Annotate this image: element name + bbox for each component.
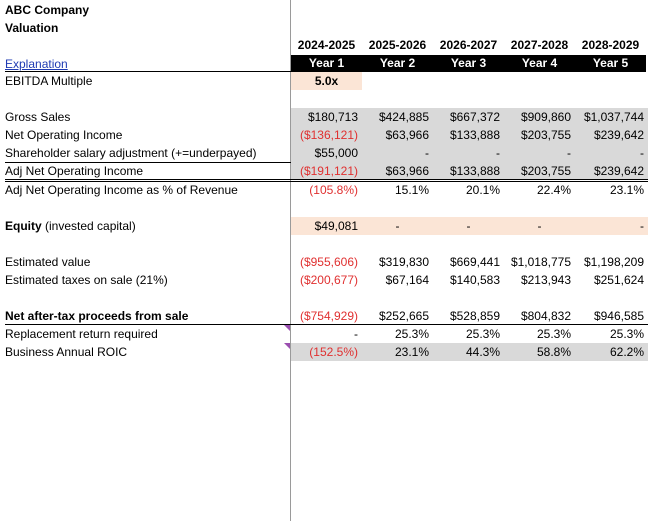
estimated-taxes-label: Estimated taxes on sale (21%) bbox=[5, 273, 168, 287]
equity-label-bold: Equity bbox=[5, 219, 42, 233]
adj-noi-label: Adj Net Operating Income bbox=[5, 164, 144, 178]
ebitda-multiple-value[interactable]: 5.0x bbox=[291, 72, 362, 90]
equity-y1[interactable]: $49,081 bbox=[291, 217, 362, 235]
year-label-1: Year 1 bbox=[291, 55, 362, 72]
noi-y5[interactable]: $239,642 bbox=[575, 126, 648, 144]
roic-label: Business Annual ROIC bbox=[5, 345, 128, 359]
equity-y3[interactable]: - bbox=[433, 217, 504, 235]
year-header-2: 2025-2026 bbox=[368, 38, 427, 52]
year-label-3: Year 3 bbox=[433, 55, 504, 72]
replacement-return-y3[interactable]: 25.3% bbox=[433, 325, 504, 343]
net-proceeds-y3[interactable]: $528,859 bbox=[433, 307, 504, 325]
adj-noi-pct-label: Adj Net Operating Income as % of Revenue bbox=[5, 183, 238, 197]
net-proceeds-y1[interactable]: ($754,929) bbox=[291, 307, 362, 325]
gross-sales-label: Gross Sales bbox=[5, 110, 71, 124]
adj-noi-rule-1 bbox=[5, 179, 648, 180]
roic-y4[interactable]: 58.8% bbox=[504, 343, 575, 361]
adj-noi-pct-y1[interactable]: (105.8%) bbox=[291, 181, 362, 199]
replacement-return-label: Replacement return required bbox=[5, 327, 158, 341]
equity-y5[interactable]: - bbox=[575, 217, 648, 235]
noi-y2[interactable]: $63,966 bbox=[362, 126, 433, 144]
estimated-value-y2[interactable]: $319,830 bbox=[362, 253, 433, 271]
replacement-return-y4[interactable]: 25.3% bbox=[504, 325, 575, 343]
adj-noi-y2[interactable]: $63,966 bbox=[362, 162, 433, 180]
salary-adjustment-y2[interactable]: - bbox=[362, 144, 433, 162]
salary-adjustment-y5[interactable]: - bbox=[575, 144, 648, 162]
estimated-value-y3[interactable]: $669,441 bbox=[433, 253, 504, 271]
ebitda-multiple-label: EBITDA Multiple bbox=[5, 74, 93, 88]
adj-noi-y1[interactable]: ($191,121) bbox=[291, 162, 362, 180]
year-header-4: 2027-2028 bbox=[510, 38, 569, 52]
adj-noi-pct-y5[interactable]: 23.1% bbox=[575, 181, 648, 199]
gross-sales-y1[interactable]: $180,713 bbox=[291, 108, 362, 126]
salary-adjustment-y3[interactable]: - bbox=[433, 144, 504, 162]
adj-noi-pct-y3[interactable]: 20.1% bbox=[433, 181, 504, 199]
estimated-value-y4[interactable]: $1,018,775 bbox=[504, 253, 575, 271]
estimated-value-y5[interactable]: $1,198,209 bbox=[575, 253, 648, 271]
gross-sales-y2[interactable]: $424,885 bbox=[362, 108, 433, 126]
roic-y1[interactable]: (152.5%) bbox=[291, 343, 362, 361]
year-label-4: Year 4 bbox=[504, 55, 575, 72]
noi-y1[interactable]: ($136,121) bbox=[291, 126, 362, 144]
roic-y2[interactable]: 23.1% bbox=[362, 343, 433, 361]
replacement-return-y1[interactable]: - bbox=[291, 325, 362, 343]
salary-adjustment-y4[interactable]: - bbox=[504, 144, 575, 162]
estimated-taxes-y1[interactable]: ($200,677) bbox=[291, 271, 362, 289]
estimated-value-y1[interactable]: ($955,606) bbox=[291, 253, 362, 271]
net-proceeds-y2[interactable]: $252,665 bbox=[362, 307, 433, 325]
adj-noi-y4[interactable]: $203,755 bbox=[504, 162, 575, 180]
year-header-3: 2026-2027 bbox=[439, 38, 498, 52]
adj-noi-pct-y4[interactable]: 22.4% bbox=[504, 181, 575, 199]
year-label-5: Year 5 bbox=[575, 55, 646, 72]
estimated-taxes-y2[interactable]: $67,164 bbox=[362, 271, 433, 289]
gross-sales-y4[interactable]: $909,860 bbox=[504, 108, 575, 126]
year-header-1: 2024-2025 bbox=[297, 38, 356, 52]
equity-label-rest: (invested capital) bbox=[41, 219, 136, 233]
noi-y3[interactable]: $133,888 bbox=[433, 126, 504, 144]
equity-label: Equity (invested capital) bbox=[5, 217, 136, 235]
company-name: ABC Company bbox=[5, 3, 90, 17]
replacement-return-y5[interactable]: 25.3% bbox=[575, 325, 648, 343]
year-header-5: 2028-2029 bbox=[581, 38, 640, 52]
estimated-taxes-y4[interactable]: $213,943 bbox=[504, 271, 575, 289]
adj-noi-y3[interactable]: $133,888 bbox=[433, 162, 504, 180]
roic-y3[interactable]: 44.3% bbox=[433, 343, 504, 361]
estimated-value-label: Estimated value bbox=[5, 255, 91, 269]
year-label-2: Year 2 bbox=[362, 55, 433, 72]
roic-y5[interactable]: 62.2% bbox=[575, 343, 648, 361]
estimated-taxes-y5[interactable]: $251,624 bbox=[575, 271, 648, 289]
comment-marker-icon[interactable] bbox=[284, 343, 290, 349]
adj-noi-pct-y2[interactable]: 15.1% bbox=[362, 181, 433, 199]
net-proceeds-label: Net after-tax proceeds from sale bbox=[5, 309, 189, 323]
salary-adjustment-label: Shareholder salary adjustment (+=underpa… bbox=[5, 146, 257, 160]
gross-sales-y3[interactable]: $667,372 bbox=[433, 108, 504, 126]
estimated-taxes-y3[interactable]: $140,583 bbox=[433, 271, 504, 289]
salary-adjustment-y1[interactable]: $55,000 bbox=[291, 144, 362, 162]
noi-y4[interactable]: $203,755 bbox=[504, 126, 575, 144]
net-proceeds-y5[interactable]: $946,585 bbox=[575, 307, 648, 325]
replacement-return-y2[interactable]: 25.3% bbox=[362, 325, 433, 343]
gross-sales-y5[interactable]: $1,037,744 bbox=[575, 108, 648, 126]
net-proceeds-y4[interactable]: $804,832 bbox=[504, 307, 575, 325]
adj-noi-y5[interactable]: $239,642 bbox=[575, 162, 648, 180]
sheet-subtitle: Valuation bbox=[5, 21, 59, 35]
equity-y2[interactable]: - bbox=[362, 217, 433, 235]
equity-y4[interactable]: - bbox=[504, 217, 575, 235]
comment-marker-icon[interactable] bbox=[284, 325, 290, 331]
noi-label: Net Operating Income bbox=[5, 128, 123, 142]
